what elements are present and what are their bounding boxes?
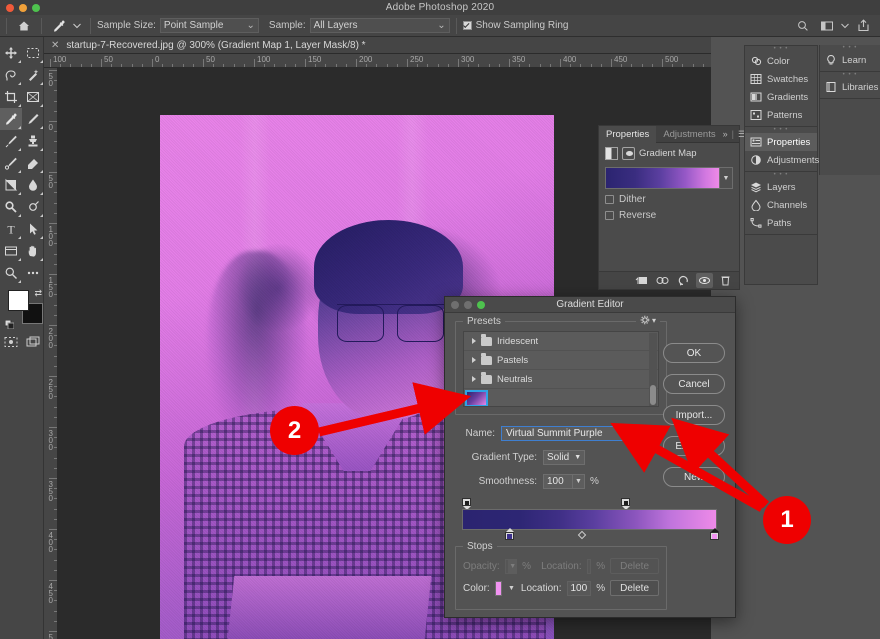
annotation-overlay (0, 0, 880, 639)
annotation-marker-2: 2 (270, 406, 319, 455)
annotation-arrow-2 (319, 406, 429, 432)
annotation-marker-1: 1 (763, 496, 811, 544)
photoshop-window: Adobe Photoshop 2020 Sample Size: Point … (0, 0, 880, 639)
